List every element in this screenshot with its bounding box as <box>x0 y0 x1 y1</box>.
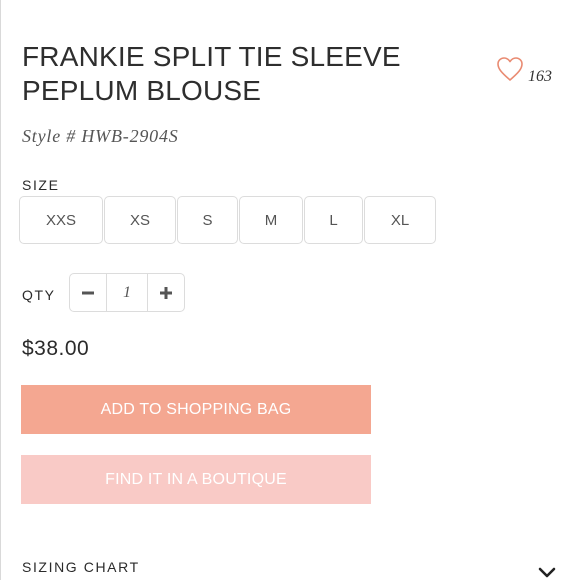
decrease-quantity-button[interactable] <box>69 273 107 312</box>
size-option-xs[interactable]: XS <box>104 196 176 244</box>
heart-icon <box>497 57 523 81</box>
chevron-down-icon <box>538 567 556 578</box>
size-option-l[interactable]: L <box>304 196 363 244</box>
minus-icon <box>82 291 94 294</box>
quantity-stepper <box>69 273 185 312</box>
size-option-m[interactable]: M <box>239 196 303 244</box>
quantity-input[interactable] <box>107 273 147 312</box>
favorites-count: 163 <box>528 68 552 85</box>
size-label: SIZE <box>22 177 60 193</box>
size-option-xxs[interactable]: XXS <box>19 196 103 244</box>
increase-quantity-button[interactable] <box>147 273 185 312</box>
sizing-chart-label[interactable]: SIZING CHART <box>22 559 140 575</box>
sizing-chart-toggle[interactable] <box>538 566 556 580</box>
left-border <box>0 0 1 580</box>
plus-icon <box>160 286 172 299</box>
size-option-s[interactable]: S <box>177 196 238 244</box>
style-number: Style # HWB-2904S <box>22 126 179 146</box>
find-in-boutique-button[interactable]: FIND IT IN A BOUTIQUE <box>21 455 371 504</box>
add-to-bag-button[interactable]: ADD TO SHOPPING BAG <box>21 385 371 434</box>
product-price: $38.00 <box>22 337 90 360</box>
size-option-xl[interactable]: XL <box>364 196 436 244</box>
size-selector: XXS XS S M L XL <box>19 196 437 244</box>
quantity-label: QTY <box>22 287 56 303</box>
product-title: FRANKIE SPLIT TIE SLEEVE PEPLUM BLOUSE <box>22 41 401 106</box>
favorite-button[interactable]: 163 <box>496 56 566 86</box>
